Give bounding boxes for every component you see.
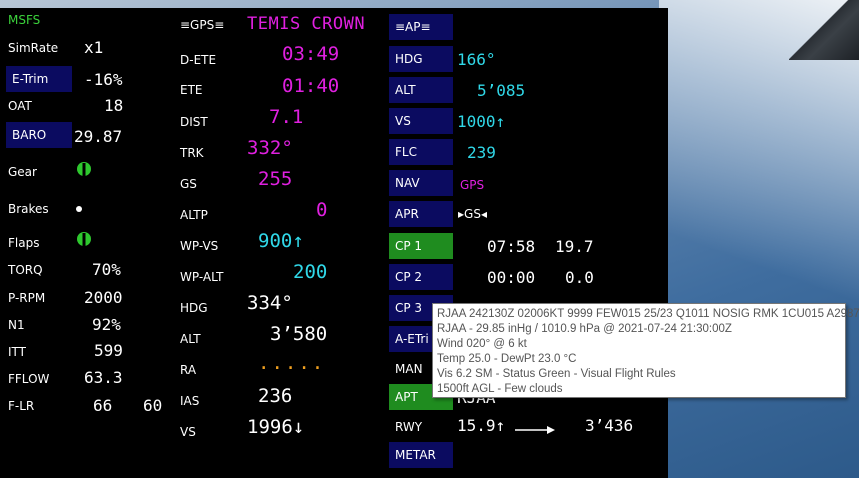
- ap-nav-button[interactable]: NAV: [389, 170, 453, 196]
- trk-label: TRK: [180, 146, 204, 160]
- fflow-value: 63.3: [84, 368, 123, 387]
- dete-value: 03:49: [282, 43, 340, 65]
- oat-value: 18: [104, 96, 124, 115]
- gear-label: Gear: [8, 165, 37, 179]
- rwy-distance: 3’436: [585, 416, 634, 435]
- etrim-value: -16%: [84, 70, 123, 89]
- ap-alt-value[interactable]: 5’085: [477, 81, 525, 100]
- brakes-label: Brakes: [8, 202, 49, 216]
- alt-value: 3’580: [270, 323, 328, 345]
- ra-label: RA: [180, 363, 197, 377]
- dist-value: 7.1: [269, 106, 304, 128]
- metar-visibility: Vis 6.2 SM - Status Green - Visual Fligh…: [437, 368, 676, 380]
- prpm-label: P-RPM: [8, 291, 46, 305]
- vs-label: VS: [180, 425, 196, 439]
- metar-tooltip: RJAA 242130Z 02006KT 9999 FEW015 25/23 Q…: [432, 303, 859, 398]
- brakes-indicator-icon: [75, 198, 83, 217]
- cp2-value: 0.0: [565, 268, 594, 287]
- ap-apr-button[interactable]: APR: [389, 201, 453, 227]
- simrate-label: SimRate: [8, 41, 59, 55]
- flaps-icon: [75, 230, 93, 252]
- wpalt-label: WP-ALT: [180, 270, 224, 284]
- hdg-value: 334°: [247, 292, 293, 314]
- itt-value: 599: [94, 341, 123, 360]
- torq-value: 70%: [92, 260, 121, 279]
- alt-label: ALT: [180, 332, 201, 346]
- cp1-button[interactable]: CP 1: [389, 233, 453, 259]
- cp1-value: 19.7: [555, 237, 594, 256]
- flr-value-right: 60: [143, 396, 163, 415]
- flr-label: F-LR: [8, 399, 35, 413]
- oat-label: OAT: [8, 99, 32, 113]
- metar-wind: Wind 020° @ 6 kt: [437, 338, 527, 350]
- gs-label: GS: [180, 177, 197, 191]
- ap-alt-button[interactable]: ALT: [389, 77, 453, 103]
- rwy-label: RWY: [395, 420, 423, 434]
- metar-pressure: RJAA - 29.85 inHg / 1010.9 hPa @ 2021-07…: [437, 323, 732, 335]
- n1-label: N1: [8, 318, 25, 332]
- runway-arrow-icon: [515, 420, 555, 439]
- simrate-value[interactable]: x1: [84, 38, 103, 57]
- man-label[interactable]: MAN: [395, 362, 423, 376]
- fflow-label: FFLOW: [8, 372, 50, 386]
- dist-label: DIST: [180, 115, 208, 129]
- gs-value: 255: [258, 168, 293, 190]
- torq-label: TORQ: [8, 263, 43, 277]
- baro-button[interactable]: BARO: [6, 122, 72, 148]
- ap-flc-value[interactable]: 239: [467, 143, 496, 162]
- ap-flc-button[interactable]: FLC: [389, 139, 453, 165]
- sky-background: [659, 0, 859, 478]
- ap-vs-button[interactable]: VS: [389, 108, 453, 134]
- ra-value: .....: [258, 352, 326, 374]
- msfs-title: MSFS: [8, 13, 41, 27]
- flr-value-left: 66: [93, 396, 113, 415]
- gps-menu-button[interactable]: ≡GPS≡: [180, 18, 224, 32]
- etrim-button[interactable]: E-Trim: [6, 66, 72, 92]
- metar-temperature: Temp 25.0 - DewPt 23.0 °C: [437, 353, 577, 365]
- metar-clouds: 1500ft AGL - Few clouds: [437, 383, 563, 395]
- ias-label: IAS: [180, 394, 200, 408]
- trk-value: 332°: [247, 137, 293, 159]
- instrument-panel: MSFS SimRate x1 E-Trim -16% OAT 18 BARO …: [0, 8, 668, 478]
- dete-label: D-ETE: [180, 53, 217, 67]
- metar-raw: RJAA 242130Z 02006KT 9999 FEW015 25/23 Q…: [437, 308, 859, 320]
- ap-hdg-button[interactable]: HDG: [389, 46, 453, 72]
- ap-menu-button[interactable]: ≡AP≡: [389, 14, 453, 40]
- ap-hdg-value[interactable]: 166°: [457, 50, 496, 69]
- vs-value: 1996↓: [247, 416, 305, 438]
- ap-nav-source: GPS: [460, 178, 485, 192]
- altp-label: ALTP: [180, 208, 208, 222]
- ap-apr-gs-indicator: ▸GS◂: [458, 207, 487, 221]
- wpalt-value: 200: [293, 261, 328, 283]
- altp-value: 0: [316, 199, 328, 221]
- ias-value: 236: [258, 385, 293, 407]
- wpvs-value: 900↑: [258, 230, 304, 252]
- flight-title: TEMIS CROWN: [247, 14, 366, 34]
- itt-label: ITT: [8, 345, 26, 359]
- wpvs-label: WP-VS: [180, 239, 219, 253]
- flaps-label: Flaps: [8, 236, 40, 250]
- cp1-time: 07:58: [487, 237, 536, 256]
- prpm-value: 2000: [84, 288, 123, 307]
- cp2-button[interactable]: CP 2: [389, 264, 453, 290]
- hdg-label: HDG: [180, 301, 208, 315]
- cockpit-frame: [789, 0, 859, 60]
- ete-value: 01:40: [282, 75, 340, 97]
- rwy-value: 15.9↑: [457, 416, 506, 435]
- cp2-time: 00:00: [487, 268, 536, 287]
- gear-down-icon: [75, 160, 93, 182]
- metar-button[interactable]: METAR: [389, 442, 453, 468]
- ap-vs-value[interactable]: 1000↑: [457, 112, 505, 131]
- ete-label: ETE: [180, 83, 203, 97]
- n1-value: 92%: [92, 315, 121, 334]
- baro-value: 29.87: [74, 127, 123, 146]
